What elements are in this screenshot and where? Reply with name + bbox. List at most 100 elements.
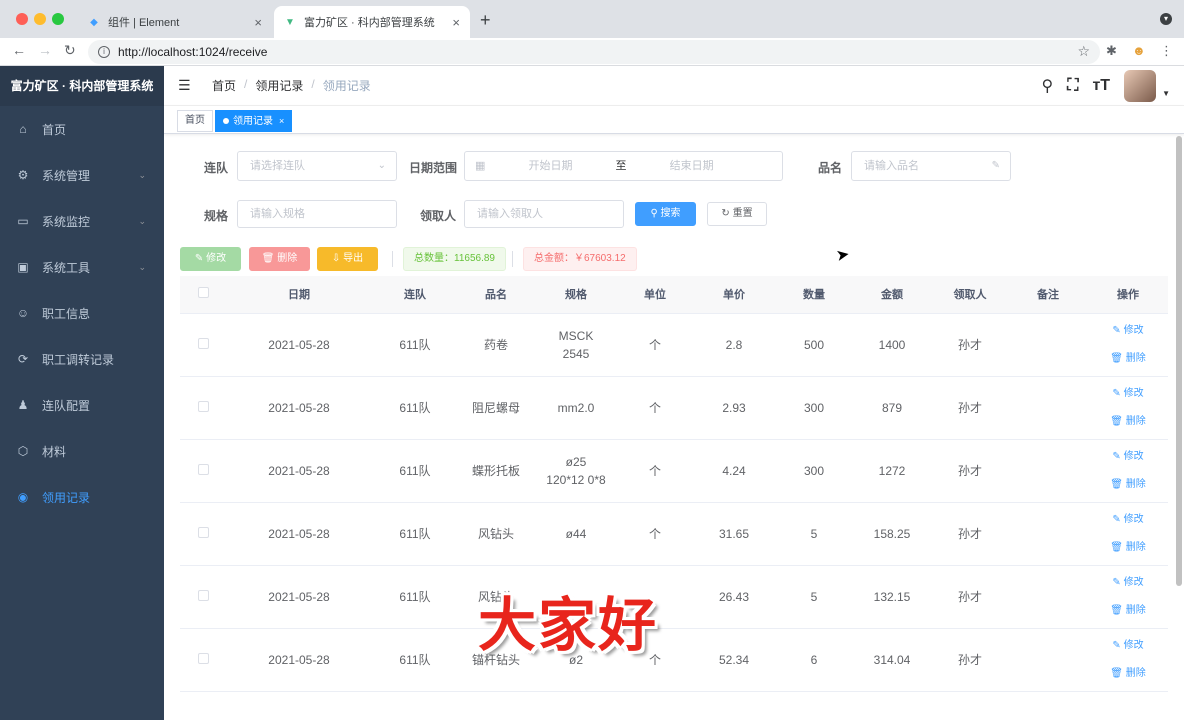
row-checkbox[interactable] [197, 527, 209, 538]
name-input[interactable]: 请输入品名 ✎ [851, 151, 1011, 181]
edit-button[interactable]: ✎ 修改 [180, 247, 241, 271]
row-delete-link[interactable]: 🗑 删除 [1110, 665, 1145, 683]
cell-amount: 158.25 [873, 527, 911, 541]
date-range-picker[interactable]: ▦ 开始日期 至 结束日期 [464, 151, 783, 181]
sidebar-item[interactable]: ▭ 系统监控 ⌄ [0, 198, 164, 244]
row-select-cell [180, 525, 226, 543]
sidebar-item-label: 系统工具 [42, 260, 91, 275]
delete-button[interactable]: 🗑 删除 [249, 247, 310, 271]
sidebar-item[interactable]: ◉ 领用记录 [0, 474, 164, 520]
row-checkbox[interactable] [197, 401, 209, 412]
toolbar-divider [512, 251, 513, 267]
edit-icon: ✎ [1112, 577, 1124, 588]
close-tab-icon[interactable]: × [452, 15, 460, 30]
bookmark-star-icon[interactable]: ☆ [1077, 43, 1090, 60]
hamburger-icon[interactable]: ☰ [178, 77, 198, 94]
cell-price: 4.24 [722, 464, 746, 478]
search-button[interactable]: ⚲ 搜索 [635, 202, 696, 226]
team-select[interactable]: 请选择连队 ⌄ [237, 151, 397, 181]
column-header: 品名 [485, 288, 507, 301]
row-checkbox[interactable] [197, 464, 209, 475]
table-header: 日期 连队 品名 规格 单位 单价 数量 金额 领取人 备注 操作 [180, 276, 1168, 314]
table-row[interactable]: 2021-05-28 611队 风钻头 26.43 5 132.15 孙才 ✎ 修改 🗑 删除 [180, 566, 1168, 629]
row-delete-link[interactable]: 🗑 删除 [1110, 539, 1145, 557]
sidebar-item[interactable]: ☺ 职工信息 [0, 290, 164, 336]
back-icon[interactable]: ← [12, 42, 26, 58]
site-info-icon[interactable]: i [98, 46, 110, 58]
close-tag-icon[interactable]: × [279, 116, 284, 126]
trash-icon: 🗑 [1110, 605, 1126, 616]
date-start-placeholder[interactable]: 开始日期 [528, 160, 572, 172]
forward-icon[interactable]: → [38, 42, 52, 58]
browser-tab-element[interactable]: ◆ 组件 | Element × [78, 6, 272, 38]
row-checkbox[interactable] [197, 590, 209, 601]
cell-amount: 132.15 [873, 590, 911, 604]
maximize-window-button[interactable] [52, 13, 64, 25]
tag-home[interactable]: 首页 [177, 110, 213, 132]
sidebar-item[interactable]: ⟳ 职工调转记录 [0, 336, 164, 382]
row-edit-link[interactable]: ✎ 修改 [1112, 322, 1143, 340]
row-edit-link[interactable]: ✎ 修改 [1112, 511, 1143, 529]
profile-extension-icon[interactable]: ☻ [1132, 43, 1146, 58]
record-icon: ◉ [17, 490, 29, 504]
date-range-label: 日期范围 [409, 161, 458, 175]
row-edit-link[interactable]: ✎ 修改 [1112, 448, 1143, 466]
table-row[interactable]: 2021-05-28 611队 药卷 MSCK 2545 个 2.8 500 1400 孙才 ✎ … [180, 314, 1168, 377]
sidebar-item[interactable]: ♟ 连队配置 [0, 382, 164, 428]
table-row[interactable]: 2021-05-28 611队 蝶形托板 ø25 120*12 0*8 个 4.24 300… [180, 440, 1168, 503]
row-checkbox[interactable] [197, 338, 209, 349]
breadcrumb-item-home[interactable]: 首页 [212, 77, 236, 94]
row-delete-link[interactable]: 🗑 删除 [1110, 476, 1145, 494]
table-row[interactable]: 2021-05-28 611队 风钻头 ø44 个 31.65 5 158.25 孙才 ✎ 修改 🗑… [180, 503, 1168, 566]
table-row[interactable]: 2021-05-28 611队 锚杆钻头 ø2 个 52.34 6 314.04 孙才 ✎ 修改 🗑… [180, 629, 1168, 692]
font-size-icon[interactable]: ᴛT [1092, 77, 1110, 95]
date-end-placeholder[interactable]: 结束日期 [670, 160, 714, 172]
row-edit-link[interactable]: ✎ 修改 [1112, 385, 1143, 403]
row-edit-link[interactable]: ✎ 修改 [1112, 574, 1143, 592]
row-delete-link[interactable]: 🗑 删除 [1110, 350, 1145, 368]
browser-menu-icon[interactable]: ⋮ [1160, 43, 1173, 59]
video-caption-overlay: 大家好 [478, 591, 659, 659]
close-tab-icon[interactable]: × [254, 15, 262, 30]
tag-receive[interactable]: 领用记录 × [215, 110, 293, 132]
caret-down-icon[interactable]: ▼ [1162, 89, 1170, 98]
table-row[interactable]: 2021-05-28 611队 阻尼螺母 mm2.0 个 2.93 300 879 孙才 ✎ 修改… [180, 377, 1168, 440]
export-button[interactable]: ⇩ 导出 [317, 247, 378, 271]
sidebar-item[interactable]: ▣ 系统工具 ⌄ [0, 244, 164, 290]
sidebar-item[interactable]: ⌂ 首页 [0, 106, 164, 152]
tab-search-icon[interactable]: ▾ [1160, 13, 1172, 25]
sidebar-item-label: 职工调转记录 [42, 352, 115, 367]
row-delete-link[interactable]: 🗑 删除 [1110, 413, 1145, 431]
column-header: 连队 [404, 288, 426, 301]
close-window-button[interactable] [16, 13, 28, 25]
row-edit-link[interactable]: ✎ 修改 [1112, 637, 1143, 655]
main-content: ☰ 首页 / 领用记录 / 领用记录 ⚲ ⛶ ᴛT ▼ 首页 领用记录 × 连队 … [164, 66, 1184, 720]
fullscreen-icon[interactable]: ⛶ [1067, 77, 1078, 95]
spec-label: 规格 [204, 209, 229, 223]
spec-input[interactable]: 请输入规格 [237, 200, 397, 228]
row-edit-label: 修改 [1123, 640, 1144, 651]
tab-title: 富力矿区 · 科内部管理系统 [304, 17, 435, 29]
address-bar[interactable]: i http://localhost:1024/receive ☆ [88, 40, 1100, 64]
cell-amount: 1400 [878, 338, 906, 352]
column-header: 数量 [803, 288, 825, 301]
reset-button[interactable]: ↻ 重置 [707, 202, 767, 226]
browser-tab-app[interactable]: ▼ 富力矿区 · 科内部管理系统 × [274, 6, 470, 38]
avatar[interactable] [1124, 70, 1157, 102]
minimize-window-button[interactable] [34, 13, 46, 25]
search-icon[interactable]: ⚲ [1042, 76, 1054, 96]
row-delete-link[interactable]: 🗑 删除 [1110, 602, 1145, 620]
row-checkbox[interactable] [197, 653, 209, 664]
breadcrumb-item-receive[interactable]: 领用记录 [255, 77, 303, 94]
new-tab-button[interactable]: + [480, 10, 491, 31]
extensions-icon[interactable]: ✱ [1106, 43, 1117, 59]
select-all-checkbox[interactable] [197, 286, 209, 298]
cell-team: 611队 [399, 590, 431, 604]
receiver-input[interactable]: 请输入领取人 [464, 200, 624, 228]
reload-icon[interactable]: ↻ [64, 42, 76, 59]
cell-team: 611队 [399, 338, 431, 352]
page-scrollbar[interactable] [1176, 136, 1182, 586]
cell-receiver: 孙才 [957, 401, 982, 415]
sidebar-item[interactable]: ⬡ 材料 [0, 428, 164, 474]
sidebar-item[interactable]: ⚙ 系统管理 ⌄ [0, 152, 164, 198]
